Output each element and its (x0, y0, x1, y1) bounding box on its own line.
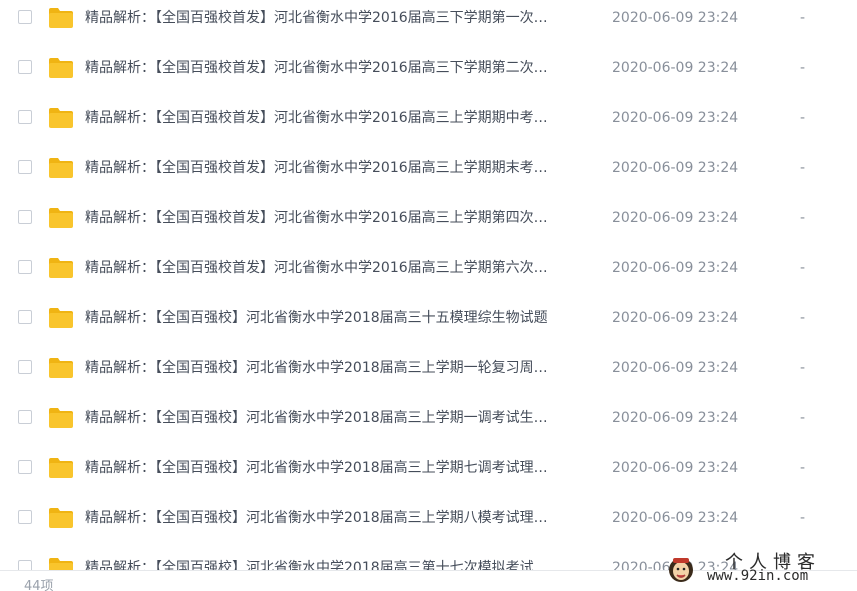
blog-watermark: 个人博客 www.92in.com (665, 548, 855, 588)
checkbox-icon[interactable] (18, 260, 32, 274)
file-row[interactable]: 精品解析：【全国百强校】河北省衡水中学2018届高三上学期一轮复习周… 2020-… (0, 350, 857, 400)
checkbox-icon[interactable] (18, 460, 32, 474)
file-name[interactable]: 精品解析：【全国百强校】河北省衡水中学2018届高三第十七次模拟考试… (85, 558, 590, 570)
file-size: - (800, 460, 806, 476)
modified-time: 2020-06-09 23:24 (612, 260, 739, 276)
checkbox-icon[interactable] (18, 310, 32, 324)
file-size: - (800, 510, 806, 526)
modified-time: 2020-06-09 23:24 (612, 410, 739, 426)
modified-time: 2020-06-09 23:24 (612, 360, 739, 376)
file-row[interactable]: 精品解析：【全国百强校】河北省衡水中学2018届高三上学期七调考试理… 2020-… (0, 450, 857, 500)
file-name[interactable]: 精品解析：【全国百强校首发】河北省衡水中学2016届高三上学期期末考… (85, 158, 590, 178)
file-row[interactable]: 精品解析：【全国百强校】河北省衡水中学2018届高三上学期八模考试理… 2020-… (0, 500, 857, 550)
file-row[interactable]: 精品解析：【全国百强校首发】河北省衡水中学2016届高三下学期第二次… 2020-… (0, 50, 857, 100)
file-name[interactable]: 精品解析：【全国百强校首发】河北省衡水中学2016届高三上学期期中考… (85, 108, 590, 128)
file-size: - (800, 10, 806, 26)
folder-icon (49, 508, 73, 528)
modified-time: 2020-06-09 23:24 (612, 460, 739, 476)
file-list-page: 精品解析：【全国百强校首发】河北省衡水中学2016届高三下学期第一次… 2020-… (0, 0, 857, 591)
folder-icon (49, 308, 73, 328)
checkbox-icon[interactable] (18, 560, 32, 570)
folder-icon (49, 58, 73, 78)
file-name[interactable]: 精品解析：【全国百强校首发】河北省衡水中学2016届高三上学期第四次… (85, 208, 590, 228)
checkbox-icon[interactable] (18, 10, 32, 24)
file-size: - (800, 160, 806, 176)
file-row[interactable]: 精品解析：【全国百强校首发】河北省衡水中学2016届高三上学期期末考… 2020-… (0, 150, 857, 200)
checkbox-icon[interactable] (18, 410, 32, 424)
file-name[interactable]: 精品解析：【全国百强校】河北省衡水中学2018届高三上学期一轮复习周… (85, 358, 590, 378)
modified-time: 2020-06-09 23:24 (612, 310, 739, 326)
file-row[interactable]: 精品解析：【全国百强校首发】河北省衡水中学2016届高三上学期期中考… 2020-… (0, 100, 857, 150)
folder-icon (49, 208, 73, 228)
modified-time: 2020-06-09 23:24 (612, 60, 739, 76)
file-name[interactable]: 精品解析：【全国百强校】河北省衡水中学2018届高三上学期八模考试理… (85, 508, 590, 528)
file-name[interactable]: 精品解析：【全国百强校首发】河北省衡水中学2016届高三下学期第一次… (85, 8, 590, 28)
file-size: - (800, 210, 806, 226)
folder-icon (49, 8, 73, 28)
folder-icon (49, 108, 73, 128)
file-size: - (800, 310, 806, 326)
file-size: - (800, 260, 806, 276)
file-row[interactable]: 精品解析：【全国百强校首发】河北省衡水中学2016届高三上学期第四次… 2020-… (0, 200, 857, 250)
file-row[interactable]: 精品解析：【全国百强校】河北省衡水中学2018届高三十五模理综生物试题 2020-… (0, 300, 857, 350)
modified-time: 2020-06-09 23:24 (612, 510, 739, 526)
file-name[interactable]: 精品解析：【全国百强校】河北省衡水中学2018届高三上学期七调考试理… (85, 458, 590, 478)
checkbox-icon[interactable] (18, 110, 32, 124)
folder-icon (49, 558, 73, 570)
file-row[interactable]: 精品解析：【全国百强校首发】河北省衡水中学2016届高三下学期第一次… 2020-… (0, 0, 857, 50)
file-row[interactable]: 精品解析：【全国百强校】河北省衡水中学2018届高三上学期一调考试生… 2020-… (0, 400, 857, 450)
modified-time: 2020-06-09 23:24 (612, 10, 739, 26)
file-row[interactable]: 精品解析：【全国百强校首发】河北省衡水中学2016届高三上学期第六次… 2020-… (0, 250, 857, 300)
folder-icon (49, 158, 73, 178)
modified-time: 2020-06-09 23:24 (612, 210, 739, 226)
file-list: 精品解析：【全国百强校首发】河北省衡水中学2016届高三下学期第一次… 2020-… (0, 0, 857, 570)
folder-icon (49, 358, 73, 378)
file-name[interactable]: 精品解析：【全国百强校】河北省衡水中学2018届高三十五模理综生物试题 (85, 308, 590, 328)
checkbox-icon[interactable] (18, 160, 32, 174)
file-name[interactable]: 精品解析：【全国百强校】河北省衡水中学2018届高三上学期一调考试生… (85, 408, 590, 428)
folder-icon (49, 458, 73, 478)
mascot-icon (669, 558, 693, 582)
modified-time: 2020-06-09 23:24 (612, 160, 739, 176)
file-size: - (800, 410, 806, 426)
checkbox-icon[interactable] (18, 360, 32, 374)
file-name[interactable]: 精品解析：【全国百强校首发】河北省衡水中学2016届高三下学期第二次… (85, 58, 590, 78)
folder-icon (49, 408, 73, 428)
folder-icon (49, 258, 73, 278)
checkbox-icon[interactable] (18, 510, 32, 524)
checkbox-icon[interactable] (18, 210, 32, 224)
checkbox-icon[interactable] (18, 60, 32, 74)
modified-time: 2020-06-09 23:24 (612, 110, 739, 126)
file-size: - (800, 60, 806, 76)
file-name[interactable]: 精品解析：【全国百强校首发】河北省衡水中学2016届高三上学期第六次… (85, 258, 590, 278)
file-size: - (800, 360, 806, 376)
file-size: - (800, 110, 806, 126)
watermark-url: www.92in.com (707, 568, 809, 584)
item-count: 44项 (24, 579, 54, 591)
